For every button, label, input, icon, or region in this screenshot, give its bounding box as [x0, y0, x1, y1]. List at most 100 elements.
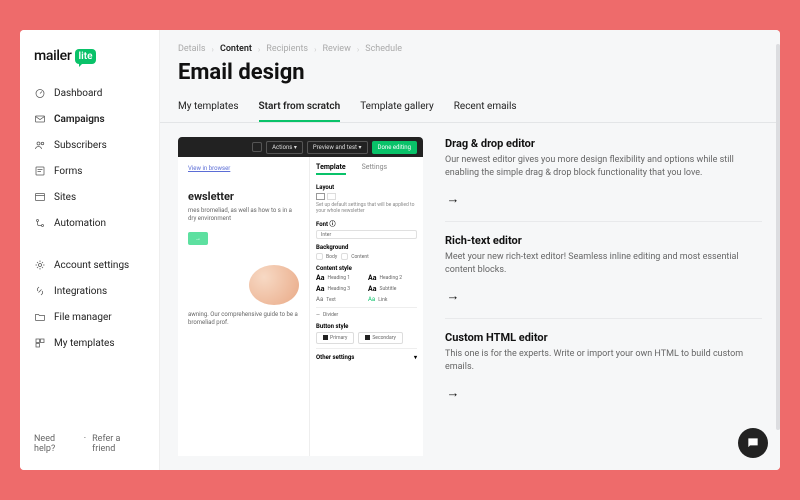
- cs-subtitle[interactable]: AaSubtitle: [368, 285, 417, 293]
- sidebar-footer: Need help? · Refer a friend: [20, 434, 159, 460]
- sidebar-item-label: My templates: [54, 338, 115, 349]
- cs-h3[interactable]: AaHeading 3: [316, 285, 365, 293]
- sidebar-item-campaigns[interactable]: Campaigns: [20, 106, 159, 132]
- bg-content-chip[interactable]: Content: [341, 253, 369, 260]
- cs-h1[interactable]: AaHeading 1: [316, 274, 365, 282]
- templates-icon: [34, 337, 46, 349]
- link-icon: [34, 285, 46, 297]
- btn-style-secondary[interactable]: Secondary: [358, 332, 403, 344]
- done-editing-button[interactable]: Done editing: [372, 141, 417, 154]
- chevron-right-icon: ›: [258, 45, 260, 54]
- sidebar-item-label: File manager: [54, 312, 112, 323]
- actions-dropdown[interactable]: Actions ▾: [266, 141, 303, 154]
- crumb-content[interactable]: Content: [220, 44, 252, 54]
- chevron-right-icon: ›: [314, 45, 316, 54]
- layout-label: Layout: [316, 184, 417, 191]
- preview-bottom-text: awning. Our comprehensive guide to be a …: [188, 311, 299, 328]
- sidebar-item-dashboard[interactable]: Dashboard: [20, 80, 159, 106]
- btn-style-primary[interactable]: Primary: [316, 332, 354, 344]
- main-panel: Details › Content › Recipients › Review …: [160, 30, 780, 470]
- preview-image-placeholder: [249, 265, 299, 305]
- divider-style[interactable]: —Divider: [316, 312, 417, 318]
- mail-icon: [34, 113, 46, 125]
- breadcrumb: Details › Content › Recipients › Review …: [160, 30, 780, 58]
- editor-options: Drag & drop editor Our newest editor giv…: [445, 137, 762, 456]
- cs-text[interactable]: AaText: [316, 296, 365, 303]
- form-icon: [34, 165, 46, 177]
- preview-test-dropdown[interactable]: Preview and test ▾: [307, 141, 368, 154]
- sidebar-item-forms[interactable]: Forms: [20, 158, 159, 184]
- preview-settings-panel: Template Settings Layout Set up default …: [309, 157, 423, 456]
- arrow-right-icon[interactable]: →: [445, 288, 461, 304]
- font-select[interactable]: Inter: [316, 230, 417, 239]
- sidebar-item-sites[interactable]: Sites: [20, 184, 159, 210]
- editor-desc: Our newest editor gives you more design …: [445, 154, 745, 180]
- crumb-recipients[interactable]: Recipients: [266, 44, 308, 54]
- tab-template-gallery[interactable]: Template gallery: [360, 95, 434, 122]
- content-style-label: Content style: [316, 265, 417, 272]
- scrollbar[interactable]: [776, 44, 780, 430]
- editor-preview: Actions ▾ Preview and test ▾ Done editin…: [178, 137, 423, 456]
- chevron-down-icon: ▾: [414, 354, 417, 361]
- crumb-review[interactable]: Review: [322, 44, 350, 54]
- cs-h2[interactable]: AaHeading 2: [368, 274, 417, 282]
- editor-rich-text[interactable]: Rich-text editor Meet your new rich-text…: [445, 221, 762, 318]
- panel-tab-settings[interactable]: Settings: [362, 163, 388, 175]
- background-label: Background: [316, 244, 417, 251]
- sidebar-item-account-settings[interactable]: Account settings: [20, 252, 159, 278]
- brand-word: mailer: [34, 48, 72, 64]
- folder-icon: [34, 311, 46, 323]
- button-style-label: Button style: [316, 323, 417, 330]
- sidebar-item-label: Forms: [54, 166, 82, 177]
- nav-secondary: Account settings Integrations File manag…: [20, 252, 159, 356]
- app-window: mailer lite Dashboard Campaigns Subscrib…: [20, 30, 780, 470]
- view-in-browser-link[interactable]: View in browser: [188, 165, 230, 172]
- editor-title: Rich-text editor: [445, 234, 762, 247]
- editor-title: Custom HTML editor: [445, 331, 762, 344]
- preview-toolbar: Actions ▾ Preview and test ▾ Done editin…: [178, 137, 423, 157]
- arrow-right-icon[interactable]: →: [445, 191, 461, 207]
- tab-my-templates[interactable]: My templates: [178, 95, 239, 122]
- arrow-right-icon[interactable]: →: [445, 385, 461, 401]
- gear-icon: [34, 259, 46, 271]
- preview-cta-button: →: [188, 232, 208, 245]
- sidebar-item-label: Dashboard: [54, 88, 102, 99]
- bg-body-chip[interactable]: Body: [316, 253, 337, 260]
- crumb-details[interactable]: Details: [178, 44, 206, 54]
- sidebar-item-automation[interactable]: Automation: [20, 210, 159, 236]
- chevron-right-icon: ›: [212, 45, 214, 54]
- sidebar-item-label: Subscribers: [54, 140, 107, 151]
- layout-desc: Set up default settings that will be app…: [316, 202, 417, 214]
- tab-recent-emails[interactable]: Recent emails: [454, 95, 517, 122]
- editor-desc: This one is for the experts. Write or im…: [445, 348, 745, 374]
- window-icon: [34, 191, 46, 203]
- editor-custom-html[interactable]: Custom HTML editor This one is for the e…: [445, 318, 762, 415]
- font-label: Font ⓘ: [316, 219, 417, 228]
- sidebar-item-integrations[interactable]: Integrations: [20, 278, 159, 304]
- sidebar-item-file-manager[interactable]: File manager: [20, 304, 159, 330]
- undo-icon[interactable]: [252, 142, 262, 152]
- sidebar-item-label: Integrations: [54, 286, 107, 297]
- tab-start-from-scratch[interactable]: Start from scratch: [259, 95, 341, 122]
- panel-tab-template[interactable]: Template: [316, 163, 346, 175]
- sidebar-item-my-templates[interactable]: My templates: [20, 330, 159, 356]
- editor-desc: Meet your new rich-text editor! Seamless…: [445, 251, 745, 277]
- other-settings[interactable]: Other settings▾: [316, 354, 417, 361]
- preview-canvas: View in browser ewsletter mes bromeliad,…: [178, 157, 309, 456]
- editor-drag-drop[interactable]: Drag & drop editor Our newest editor giv…: [445, 137, 762, 221]
- nav-primary: Dashboard Campaigns Subscribers Forms Si…: [20, 80, 159, 236]
- sidebar-item-label: Sites: [54, 192, 76, 203]
- sidebar-item-label: Automation: [54, 218, 106, 229]
- sidebar-item-subscribers[interactable]: Subscribers: [20, 132, 159, 158]
- designer-tabs: My templates Start from scratch Template…: [160, 95, 780, 123]
- automation-icon: [34, 217, 46, 229]
- crumb-schedule[interactable]: Schedule: [365, 44, 402, 54]
- refer-friend-link[interactable]: Refer a friend: [92, 434, 145, 454]
- brand-logo[interactable]: mailer lite: [20, 48, 159, 80]
- cs-link[interactable]: AaLink: [368, 296, 417, 303]
- page-title: Email design: [160, 58, 780, 95]
- preview-body-text: mes bromeliad, as well as how to s in a …: [188, 207, 299, 224]
- sidebar: mailer lite Dashboard Campaigns Subscrib…: [20, 30, 160, 470]
- need-help-link[interactable]: Need help?: [34, 434, 78, 454]
- chat-widget-button[interactable]: [738, 428, 768, 458]
